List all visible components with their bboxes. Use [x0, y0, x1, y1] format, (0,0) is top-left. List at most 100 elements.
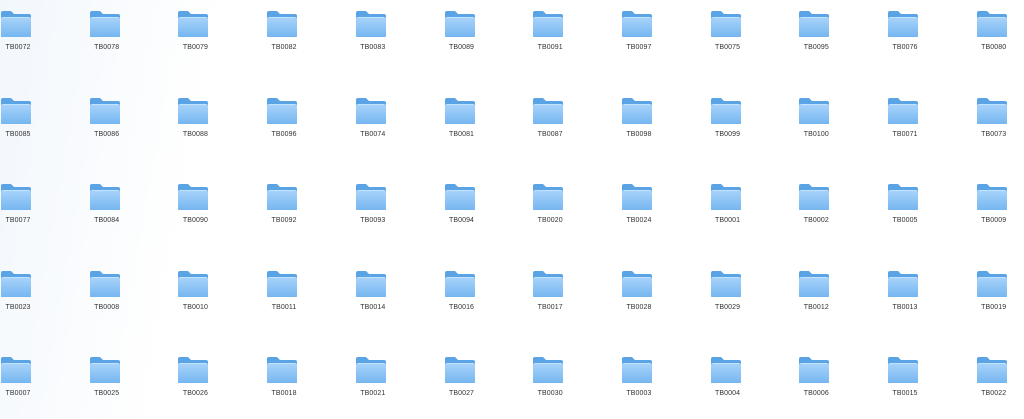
- folder-item[interactable]: TB0086: [67, 87, 147, 157]
- folder-item[interactable]: TB0002: [776, 173, 856, 243]
- folder-item[interactable]: TB0091: [510, 0, 590, 70]
- folder-item[interactable]: TB0006: [776, 346, 856, 416]
- folder-icon: [710, 270, 742, 298]
- folder-icon: [532, 356, 564, 384]
- folder-item[interactable]: TB0099: [688, 87, 768, 157]
- folder-label: TB0090: [182, 217, 208, 224]
- folder-item[interactable]: TB0093: [333, 173, 413, 243]
- folder-item[interactable]: TB0028: [599, 260, 679, 330]
- folder-item[interactable]: TB0075: [688, 0, 768, 70]
- folder-item[interactable]: TB0010: [155, 260, 235, 330]
- folder-label: TB0073: [981, 130, 1007, 138]
- folder-label: TB0024: [626, 217, 652, 224]
- folder-icon: [887, 183, 919, 211]
- folder-item[interactable]: TB0016: [422, 260, 502, 330]
- folder-item[interactable]: TB0071: [865, 87, 945, 157]
- folder-label: TB0076: [892, 44, 918, 51]
- folder-item[interactable]: TB0083: [333, 0, 413, 70]
- folder-label: TB0005: [892, 217, 918, 224]
- folder-item[interactable]: TB0090: [155, 173, 235, 243]
- folder-item[interactable]: TB0097: [599, 0, 679, 70]
- folder-item[interactable]: TB0011: [244, 260, 324, 330]
- folder-item[interactable]: TB0084: [67, 173, 147, 243]
- folder-item[interactable]: TB0013: [865, 260, 945, 330]
- folder-icon: [177, 356, 209, 384]
- folder-label: TB0078: [94, 44, 120, 51]
- folder-label: TB0012: [803, 303, 829, 311]
- folder-item[interactable]: TB0025: [67, 346, 147, 416]
- folder-icon: [355, 183, 387, 211]
- folder-item[interactable]: TB0078: [67, 0, 147, 70]
- folder-label: TB0071: [892, 130, 918, 138]
- folder-item[interactable]: TB0026: [155, 346, 235, 416]
- folder-item[interactable]: TB0074: [333, 87, 413, 157]
- folder-icon: [621, 10, 653, 38]
- folder-icon: [798, 356, 830, 384]
- folder-icon: [89, 356, 121, 384]
- folder-item[interactable]: TB0073: [954, 87, 1024, 157]
- folder-item[interactable]: TB0079: [155, 0, 235, 70]
- folder-item[interactable]: TB0008: [67, 260, 147, 330]
- folder-item[interactable]: TB0098: [599, 87, 679, 157]
- folder-icon: [0, 356, 32, 384]
- folder-icon: [532, 183, 564, 211]
- folder-item[interactable]: TB0076: [865, 0, 945, 70]
- folder-item[interactable]: TB0080: [954, 0, 1024, 70]
- folder-item[interactable]: TB0029: [688, 260, 768, 330]
- folder-item[interactable]: TB0007: [0, 346, 58, 416]
- folder-label: TB0027: [448, 390, 475, 397]
- folder-item[interactable]: TB0005: [865, 173, 945, 243]
- folder-label: TB0081: [448, 130, 475, 138]
- folder-item[interactable]: TB0087: [510, 87, 590, 157]
- folder-item[interactable]: TB0017: [510, 260, 590, 330]
- folder-icon: [355, 356, 387, 384]
- folder-item[interactable]: TB0082: [244, 0, 324, 70]
- folder-icon: [444, 10, 476, 38]
- folder-label: TB0100: [803, 130, 829, 138]
- folder-label: TB0077: [5, 217, 31, 224]
- folder-item[interactable]: TB0023: [0, 260, 58, 330]
- folder-icon: [177, 183, 209, 211]
- folder-item[interactable]: TB0014: [333, 260, 413, 330]
- folder-icon: [177, 10, 209, 38]
- folder-item[interactable]: TB0012: [776, 260, 856, 330]
- folder-label: TB0030: [537, 390, 563, 397]
- folder-item[interactable]: TB0001: [688, 173, 768, 243]
- folder-item[interactable]: TB0015: [865, 346, 945, 416]
- folder-label: TB0019: [981, 303, 1007, 311]
- folder-item[interactable]: TB0004: [688, 346, 768, 416]
- folder-item[interactable]: TB0077: [0, 173, 58, 243]
- folder-item[interactable]: TB0095: [776, 0, 856, 70]
- folder-item[interactable]: TB0085: [0, 87, 58, 157]
- folder-item[interactable]: TB0022: [954, 346, 1024, 416]
- folder-item[interactable]: TB0020: [510, 173, 590, 243]
- folder-icon: [0, 183, 32, 211]
- folder-item[interactable]: TB0092: [244, 173, 324, 243]
- folder-label: TB0003: [626, 390, 652, 397]
- folder-item[interactable]: TB0019: [954, 260, 1024, 330]
- folder-item[interactable]: TB0094: [422, 173, 502, 243]
- folder-item[interactable]: TB0030: [510, 346, 590, 416]
- folder-label: TB0082: [271, 44, 297, 51]
- folder-label: TB0009: [981, 217, 1007, 224]
- folder-item[interactable]: TB0027: [422, 346, 502, 416]
- folder-item[interactable]: TB0089: [422, 0, 502, 70]
- folder-item[interactable]: TB0021: [333, 346, 413, 416]
- folder-item[interactable]: TB0100: [776, 87, 856, 157]
- folder-item[interactable]: TB0096: [244, 87, 324, 157]
- folder-item[interactable]: TB0088: [155, 87, 235, 157]
- folder-item[interactable]: TB0072: [0, 0, 58, 70]
- folder-icon: [444, 270, 476, 298]
- folder-icon: [887, 10, 919, 38]
- folder-label: TB0097: [626, 44, 652, 51]
- folder-item[interactable]: TB0003: [599, 346, 679, 416]
- folder-item[interactable]: TB0081: [422, 87, 502, 157]
- folder-item[interactable]: TB0024: [599, 173, 679, 243]
- folder-label: TB0092: [271, 217, 297, 224]
- folder-item[interactable]: TB0009: [954, 173, 1024, 243]
- folder-item[interactable]: TB0018: [244, 346, 324, 416]
- folder-label: TB0072: [5, 44, 31, 51]
- folder-label: TB0089: [448, 44, 475, 51]
- folder-icon: [710, 10, 742, 38]
- folder-label: TB0013: [892, 303, 918, 311]
